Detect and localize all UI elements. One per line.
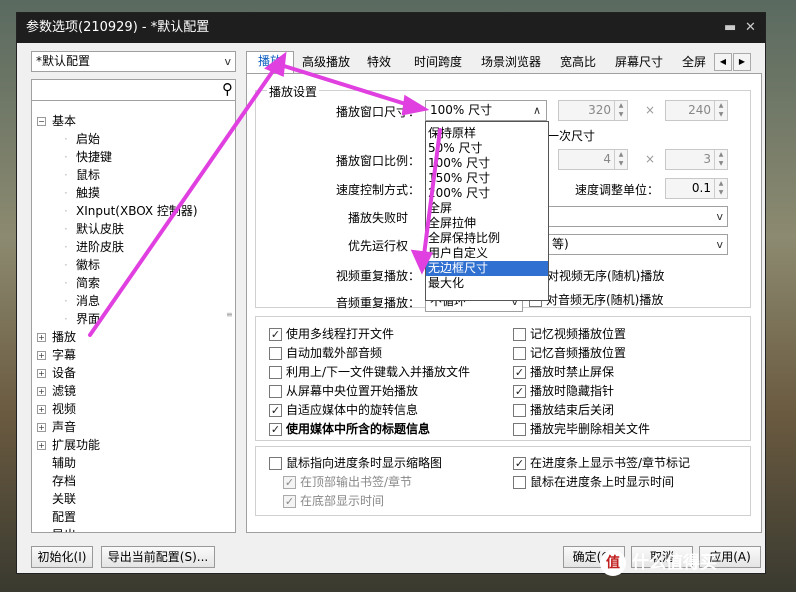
arrow-line-3 bbox=[422, 128, 442, 257]
arrow-line-2 bbox=[282, 64, 414, 108]
annotation-arrows bbox=[88, 51, 442, 337]
arrow-line-1 bbox=[88, 66, 277, 337]
arrowhead-3 bbox=[410, 249, 434, 275]
arrowhead-2 bbox=[401, 94, 430, 116]
